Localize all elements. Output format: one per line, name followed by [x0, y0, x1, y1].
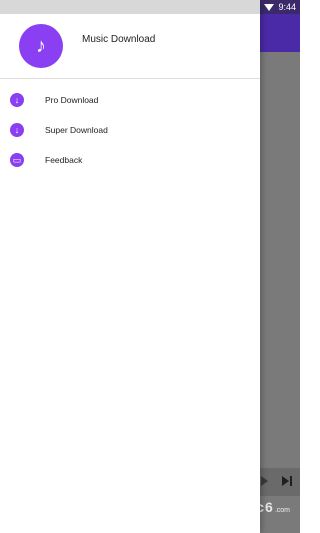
skip-next-icon[interactable]: [282, 476, 292, 486]
download-circle-icon: ↓: [10, 123, 24, 137]
drawer-header: ♪ Music Download: [0, 14, 260, 78]
wifi-icon: [264, 3, 275, 11]
menu-item-label: Feedback: [45, 155, 83, 165]
drawer-status-strip: [0, 0, 260, 14]
app-logo: ♪: [19, 24, 63, 68]
feedback-icon: ▭: [10, 153, 24, 167]
menu-item-super-download[interactable]: ↓ Super Download: [0, 115, 260, 145]
status-right-group: 9:44: [264, 0, 296, 14]
watermark-suffix: .com: [274, 507, 290, 514]
download-circle-icon: ↓: [10, 93, 24, 107]
player-controls: [261, 476, 292, 486]
menu-item-feedback[interactable]: ▭ Feedback: [0, 145, 260, 175]
menu-item-pro-download[interactable]: ↓ Pro Download: [0, 85, 260, 115]
menu-item-label: Pro Download: [45, 95, 99, 105]
play-icon[interactable]: [261, 476, 268, 486]
status-time: 9:44: [278, 2, 296, 12]
menu-item-label: Super Download: [45, 125, 108, 135]
drawer-menu: ↓ Pro Download ↓ Super Download ▭ Feedba…: [0, 79, 260, 175]
navigation-drawer: ♪ Music Download ↓ Pro Download ↓ Super …: [0, 0, 260, 533]
music-note-icon: ♪: [36, 35, 46, 57]
app-name: Music Download: [82, 34, 156, 45]
